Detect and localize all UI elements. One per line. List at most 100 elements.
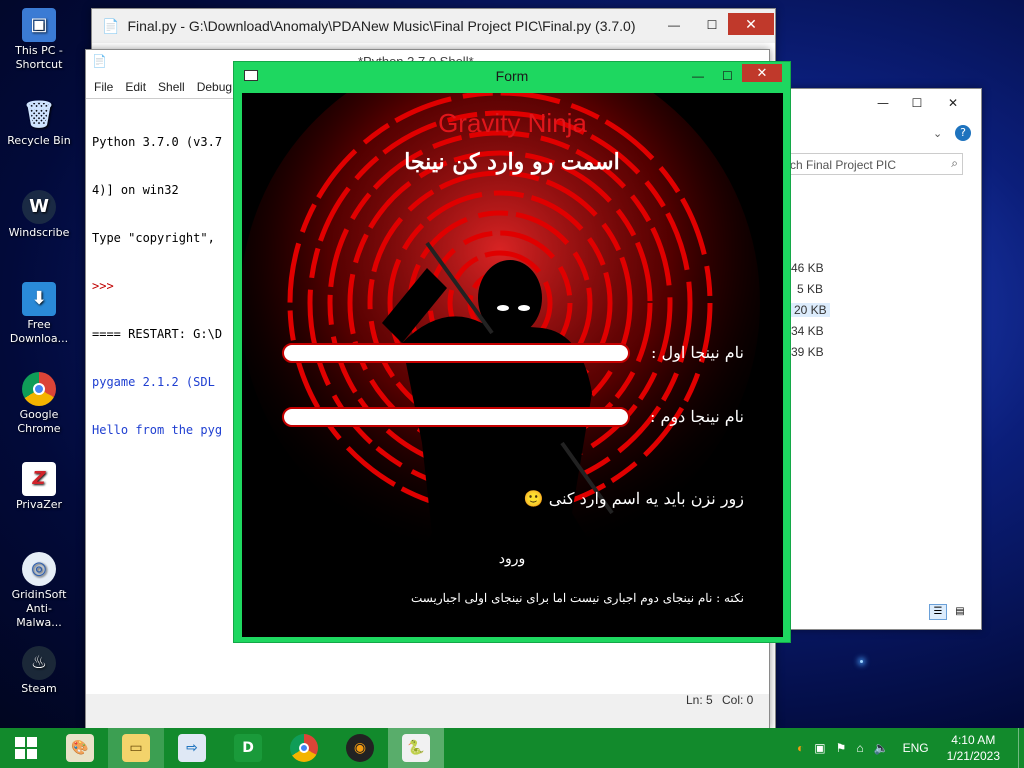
maximize-button[interactable]: ☐ bbox=[903, 93, 931, 113]
menu-file[interactable]: File bbox=[94, 80, 113, 100]
download-manager-icon: D bbox=[234, 734, 262, 762]
desktop-icon-label: This PC - Shortcut bbox=[15, 44, 63, 71]
taskbar-app-paint[interactable]: 🎨 bbox=[52, 728, 108, 768]
file-size: 5 KB bbox=[797, 282, 824, 296]
form-titlebar[interactable]: Form — ☐ ✕ bbox=[234, 62, 790, 90]
desktop-icon-label: PrivaZer bbox=[15, 498, 63, 511]
menu-shell[interactable]: Shell bbox=[158, 80, 185, 100]
enter-button[interactable]: ورود bbox=[492, 551, 532, 567]
form-window[interactable]: Form — ☐ ✕ Gravity Ninja اسمت رو وارد کن… bbox=[233, 61, 791, 643]
file-size: 46 KB bbox=[791, 261, 824, 275]
python-idle-icon: 🐍 bbox=[402, 734, 430, 762]
desktop-icon-label: GridinSoft Anti-Malwa... bbox=[11, 588, 67, 629]
minimize-button[interactable]: — bbox=[692, 62, 704, 90]
volume-icon[interactable]: 🔈 bbox=[874, 741, 889, 755]
python-file-icon: 📄 bbox=[102, 17, 120, 34]
start-button[interactable] bbox=[0, 728, 52, 768]
close-button[interactable]: ✕ bbox=[742, 64, 782, 82]
clock-date: 1/21/2023 bbox=[946, 749, 1000, 763]
file-size: 20 KB bbox=[791, 303, 830, 317]
desktop-icon-windscribe[interactable]: W Windscribe bbox=[4, 190, 74, 240]
windscribe-icon: W bbox=[22, 190, 56, 224]
close-button[interactable]: ✕ bbox=[728, 13, 774, 35]
tray-update-icon[interactable]: ▣ bbox=[814, 741, 825, 755]
minimize-button[interactable]: — bbox=[660, 15, 688, 35]
editor-title: Final.py - G:\Download\Anomaly\PDANew Mu… bbox=[127, 18, 636, 34]
clock[interactable]: 4:10 AM 1/21/2023 bbox=[947, 732, 1000, 764]
subtitle-prompt: اسمت رو وارد کن نینجا bbox=[404, 149, 620, 175]
wallpaper-sparkle bbox=[860, 660, 863, 663]
file-explorer-icon: ▭ bbox=[122, 734, 150, 762]
shell-menu-bar: File Edit Shell Debug bbox=[86, 80, 232, 100]
desktop-icon-free-download[interactable]: ⬇ Free Downloa... bbox=[4, 282, 74, 346]
large-icons-view-icon[interactable]: ▤ bbox=[951, 604, 969, 620]
shell-statusbar: Ln: 5 Col: 0 bbox=[86, 693, 769, 728]
download-icon: ⬇ bbox=[22, 282, 56, 316]
desktop-icon-label: Free Downloa... bbox=[9, 318, 69, 345]
taskbar-app-python[interactable]: 🐍 bbox=[388, 728, 444, 768]
taskbar-app-file-explorer[interactable]: ▭ bbox=[108, 728, 164, 768]
player1-name-input[interactable] bbox=[282, 343, 630, 363]
game-title: Gravity Ninja bbox=[438, 108, 587, 138]
status-col: Col: 0 bbox=[722, 693, 754, 707]
shell-line: Python 3.7.0 (v3.7 bbox=[92, 135, 223, 149]
desktop-icon-google-chrome[interactable]: Google Chrome bbox=[4, 372, 74, 436]
explorer-window[interactable]: — ☐ ✕ ⌄ ? ch Final Project PIC ⌕ 46 KB 5… bbox=[760, 88, 982, 630]
desktop-icon-this-pc[interactable]: ▣ This PC - Shortcut bbox=[4, 8, 74, 72]
shell-line: pygame 2.1.2 (SDL bbox=[92, 375, 215, 389]
menu-edit[interactable]: Edit bbox=[125, 80, 146, 100]
details-view-icon[interactable]: ☰ bbox=[929, 604, 947, 620]
minimize-button[interactable]: — bbox=[869, 93, 897, 113]
desktop-icon-label: Google Chrome bbox=[17, 408, 61, 435]
close-button[interactable]: ✕ bbox=[939, 93, 967, 113]
player2-name-input[interactable] bbox=[282, 407, 630, 427]
game-canvas: Gravity Ninja اسمت رو وارد کن نینجا نام … bbox=[242, 93, 783, 637]
desktop-icon-label: Steam bbox=[21, 682, 57, 695]
form-window-icon bbox=[244, 70, 258, 81]
file-size: 39 KB bbox=[791, 345, 824, 359]
search-box[interactable]: ch Final Project PIC ⌕ bbox=[785, 153, 963, 175]
taskbar: 🎨 ▭ ⇨ D ◉ 🐍 ◐ ▣ ⚑ ⌂ 🔈 ENG 4:10 AM 1/21/2… bbox=[0, 728, 1024, 768]
shell-line: ==== RESTART: G:\D bbox=[92, 327, 223, 341]
tray-security-icon[interactable]: ⚑ bbox=[836, 741, 847, 755]
language-indicator[interactable]: ENG bbox=[903, 741, 929, 755]
shell-output[interactable]: Python 3.7.0 (v3.7 4)] on win32 Type "co… bbox=[92, 102, 222, 470]
player1-label: نام نینجا اول : bbox=[651, 343, 744, 362]
shell-line: Type "copyright", bbox=[92, 231, 215, 245]
paint-icon: 🎨 bbox=[66, 734, 94, 762]
status-line: Ln: 5 bbox=[686, 693, 713, 707]
desktop-icon-steam[interactable]: ♨ Steam bbox=[4, 646, 74, 696]
taskbar-app-media[interactable]: ◉ bbox=[332, 728, 388, 768]
steam-icon: ♨ bbox=[22, 646, 56, 680]
desktop-icon-recycle-bin[interactable]: 🗑 Recycle Bin bbox=[4, 98, 74, 148]
media-player-icon: ◉ bbox=[346, 734, 374, 762]
taskbar-app-remote[interactable]: ⇨ bbox=[164, 728, 220, 768]
taskbar-app-download-manager[interactable]: D bbox=[220, 728, 276, 768]
maximize-button[interactable]: ☐ bbox=[698, 15, 726, 35]
search-input[interactable]: ch Final Project PIC bbox=[790, 158, 896, 172]
python-shell-icon: 📄 bbox=[92, 54, 107, 68]
recycle-bin-icon: 🗑 bbox=[22, 100, 56, 130]
search-icon: ⌕ bbox=[951, 156, 958, 170]
antimalware-icon: ◎ bbox=[22, 552, 56, 586]
explorer-titlebar[interactable]: — ☐ ✕ bbox=[761, 89, 981, 119]
chevron-down-icon[interactable]: ⌄ bbox=[933, 127, 942, 140]
note-text: نکته : نام نینجای دوم اجباری نیست اما بر… bbox=[411, 591, 744, 605]
form-title: Form bbox=[495, 68, 529, 84]
chrome-icon bbox=[290, 734, 318, 762]
taskbar-app-chrome[interactable] bbox=[276, 728, 332, 768]
tray-app-icon[interactable]: ◐ bbox=[797, 741, 804, 755]
desktop-icon-privazer[interactable]: Z PrivaZer bbox=[4, 462, 74, 512]
maximize-button[interactable]: ☐ bbox=[722, 62, 733, 90]
computer-icon: ▣ bbox=[22, 8, 56, 42]
desktop-icon-label: Windscribe bbox=[8, 226, 70, 239]
clock-time: 4:10 AM bbox=[951, 733, 996, 747]
show-desktop-button[interactable] bbox=[1018, 728, 1024, 768]
shell-prompt: >>> bbox=[92, 279, 114, 293]
file-size: 34 KB bbox=[791, 324, 824, 338]
help-icon[interactable]: ? bbox=[955, 125, 971, 141]
network-icon[interactable]: ⌂ bbox=[856, 741, 863, 755]
editor-titlebar[interactable]: 📄 Final.py - G:\Download\Anomaly\PDANew … bbox=[92, 9, 775, 43]
menu-debug[interactable]: Debug bbox=[197, 80, 232, 100]
desktop-icon-gridinsoft[interactable]: ◎ GridinSoft Anti-Malwa... bbox=[4, 552, 74, 630]
